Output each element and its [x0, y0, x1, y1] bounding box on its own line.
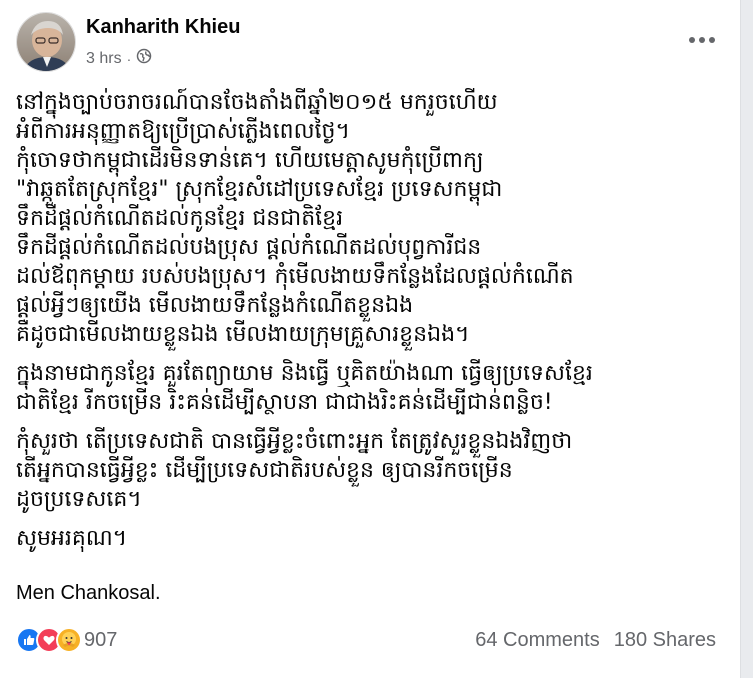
care-icon	[56, 627, 82, 653]
reaction-icons	[16, 627, 82, 653]
reaction-count[interactable]: 907	[84, 629, 117, 652]
more-icon[interactable]	[684, 24, 720, 56]
post-paragraph: នៅក្នុងច្បាប់ចរាចរណ៍បានចែងតាំងពីឆ្នាំ២០១…	[16, 90, 574, 347]
engagement-counts: 64 Comments 180 Shares	[475, 629, 716, 652]
meta-separator: ·	[126, 50, 132, 67]
shares-count[interactable]: 180 Shares	[614, 629, 716, 652]
post-meta: 3 hrs ·	[86, 48, 152, 69]
post-paragraph: សូមអរគុណ។	[16, 526, 128, 551]
author-name[interactable]: Kanharith Khieu	[86, 16, 240, 39]
post-paragraph: កុំសួរថា តើប្រទេសជាតិ បានធ្វើអ្វីខ្លះចំព…	[16, 429, 573, 512]
post-footer: 907 64 Comments 180 Shares	[16, 622, 716, 658]
post-time[interactable]: 3 hrs	[86, 50, 122, 68]
globe-icon	[136, 48, 152, 69]
reactions-summary[interactable]: 907	[16, 627, 117, 653]
post-signature: Men Chankosal.	[16, 582, 161, 604]
avatar[interactable]	[16, 12, 76, 72]
post-text: នៅក្នុងច្បាប់ចរាចរណ៍បានចែងតាំងពីឆ្នាំ២០១…	[16, 88, 728, 563]
post-paragraph: ក្នុងនាមជាកូនខ្មែរ គួរតែព្យាយាម និងធ្វើ …	[16, 361, 593, 415]
post-card: Kanharith Khieu 3 hrs · នៅក្នុងច្បាប់ចរា…	[0, 0, 741, 678]
post-header: Kanharith Khieu 3 hrs ·	[16, 10, 724, 72]
comments-count[interactable]: 64 Comments	[475, 629, 600, 652]
